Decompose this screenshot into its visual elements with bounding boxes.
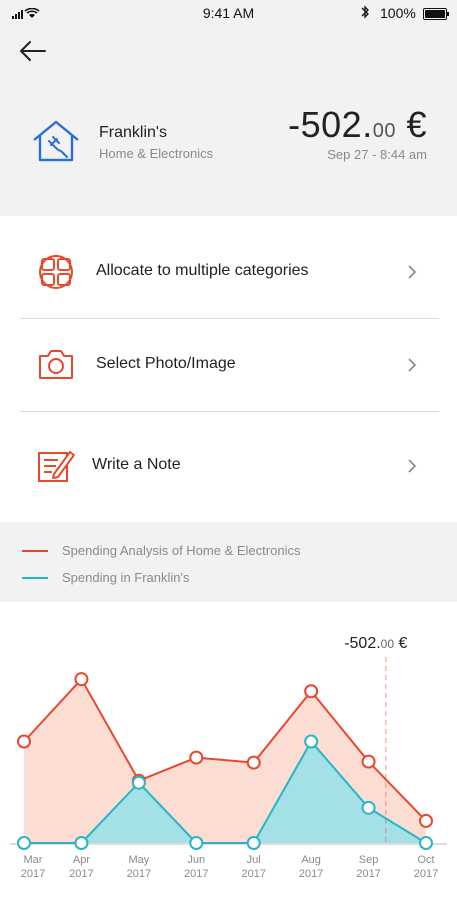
battery-percentage: 100% <box>380 5 416 21</box>
x-tick-line: 2017 <box>241 868 265 880</box>
allocate-label: Allocate to multiple categories <box>96 262 309 279</box>
chart-legend: Spending Analysis of Home & Electronics … <box>0 522 457 602</box>
x-tick-line: Aug <box>301 854 321 866</box>
data-point <box>131 775 146 790</box>
data-point <box>246 836 261 850</box>
allocate-categories-item[interactable]: Allocate to multiple categories <box>20 226 439 319</box>
x-tick-line: May <box>128 854 149 866</box>
grid-split-icon <box>39 255 73 289</box>
camera-icon <box>39 350 73 379</box>
amount-main: -502. <box>288 104 373 145</box>
merchant-name: Franklin's <box>99 124 167 141</box>
data-point <box>304 734 319 749</box>
x-tick-label: Oct 2017 <box>414 854 438 880</box>
transaction-header: Franklin's Home & Electronics -502.00 € … <box>0 26 457 216</box>
note-pencil-icon <box>38 451 75 482</box>
data-point <box>17 734 31 749</box>
battery-icon <box>423 8 449 20</box>
legend-label: Spending Analysis of Home & Electronics <box>62 543 301 558</box>
x-tick-label: Apr 2017 <box>69 854 93 880</box>
data-point <box>419 813 433 828</box>
x-tick-line: 2017 <box>21 868 45 880</box>
chevron-right-icon <box>408 358 417 372</box>
x-tick-label: Jul 2017 <box>241 854 265 880</box>
x-tick-label: Aug 2017 <box>299 854 323 880</box>
amount-cents: 00 <box>372 120 396 142</box>
x-tick-line: 2017 <box>299 868 323 880</box>
data-point <box>304 684 319 699</box>
x-tick-line: Jun <box>187 854 205 866</box>
data-point <box>419 836 433 850</box>
data-point <box>17 836 31 850</box>
x-tick-line: Jul <box>247 854 261 866</box>
data-point <box>189 750 204 765</box>
amount-currency: € <box>406 104 427 145</box>
select-photo-label: Select Photo/Image <box>96 355 236 372</box>
bluetooth-icon <box>361 5 369 19</box>
legend-swatch-teal <box>22 577 48 579</box>
x-tick-line: Sep <box>359 854 379 866</box>
spending-chart: -502.00 €Mar 2017Apr 2017May 2017Jun 2017Jul… <box>10 635 447 880</box>
x-tick-label: May 2017 <box>127 854 151 880</box>
x-tick-label: Jun 2017 <box>184 854 208 880</box>
merchant-category: Home & Electronics <box>99 146 214 161</box>
x-tick-line: 2017 <box>184 868 208 880</box>
zigzag-divider <box>0 200 457 214</box>
x-tick-line: Mar <box>24 854 43 866</box>
home-electronics-icon <box>33 120 79 162</box>
data-point <box>74 672 89 687</box>
data-point <box>189 836 204 850</box>
legend-label: Spending in Franklin's <box>62 570 190 585</box>
x-tick-label: Mar 2017 <box>21 854 45 880</box>
write-note-item[interactable]: Write a Note <box>20 420 439 512</box>
data-point <box>74 836 89 850</box>
x-tick-label: Sep 2017 <box>356 854 380 880</box>
x-tick-line: Apr <box>73 854 90 866</box>
legend-swatch-orange <box>22 550 48 552</box>
chevron-right-icon <box>408 265 417 279</box>
write-note-label: Write a Note <box>92 456 181 473</box>
transaction-datetime: Sep 27 - 8:44 am <box>327 147 427 162</box>
select-photo-item[interactable]: Select Photo/Image <box>20 319 439 412</box>
x-tick-line: 2017 <box>414 868 438 880</box>
x-tick-line: 2017 <box>356 868 380 880</box>
back-arrow-icon[interactable] <box>18 38 48 64</box>
marker-label-cents: 00 <box>381 637 395 651</box>
marker-label-main: -502. <box>344 635 380 652</box>
data-point <box>246 755 261 770</box>
status-bar: 9:41 AM 100% <box>0 0 457 26</box>
x-tick-line: Oct <box>417 854 434 866</box>
chevron-right-icon <box>408 459 417 473</box>
x-tick-line: 2017 <box>69 868 93 880</box>
data-point <box>361 800 376 815</box>
x-tick-line: 2017 <box>127 868 151 880</box>
transaction-amount: -502.00 € <box>288 104 427 146</box>
marker-label: -502.00 € <box>344 635 407 652</box>
data-point <box>361 754 376 769</box>
marker-label-currency: € <box>394 635 407 652</box>
